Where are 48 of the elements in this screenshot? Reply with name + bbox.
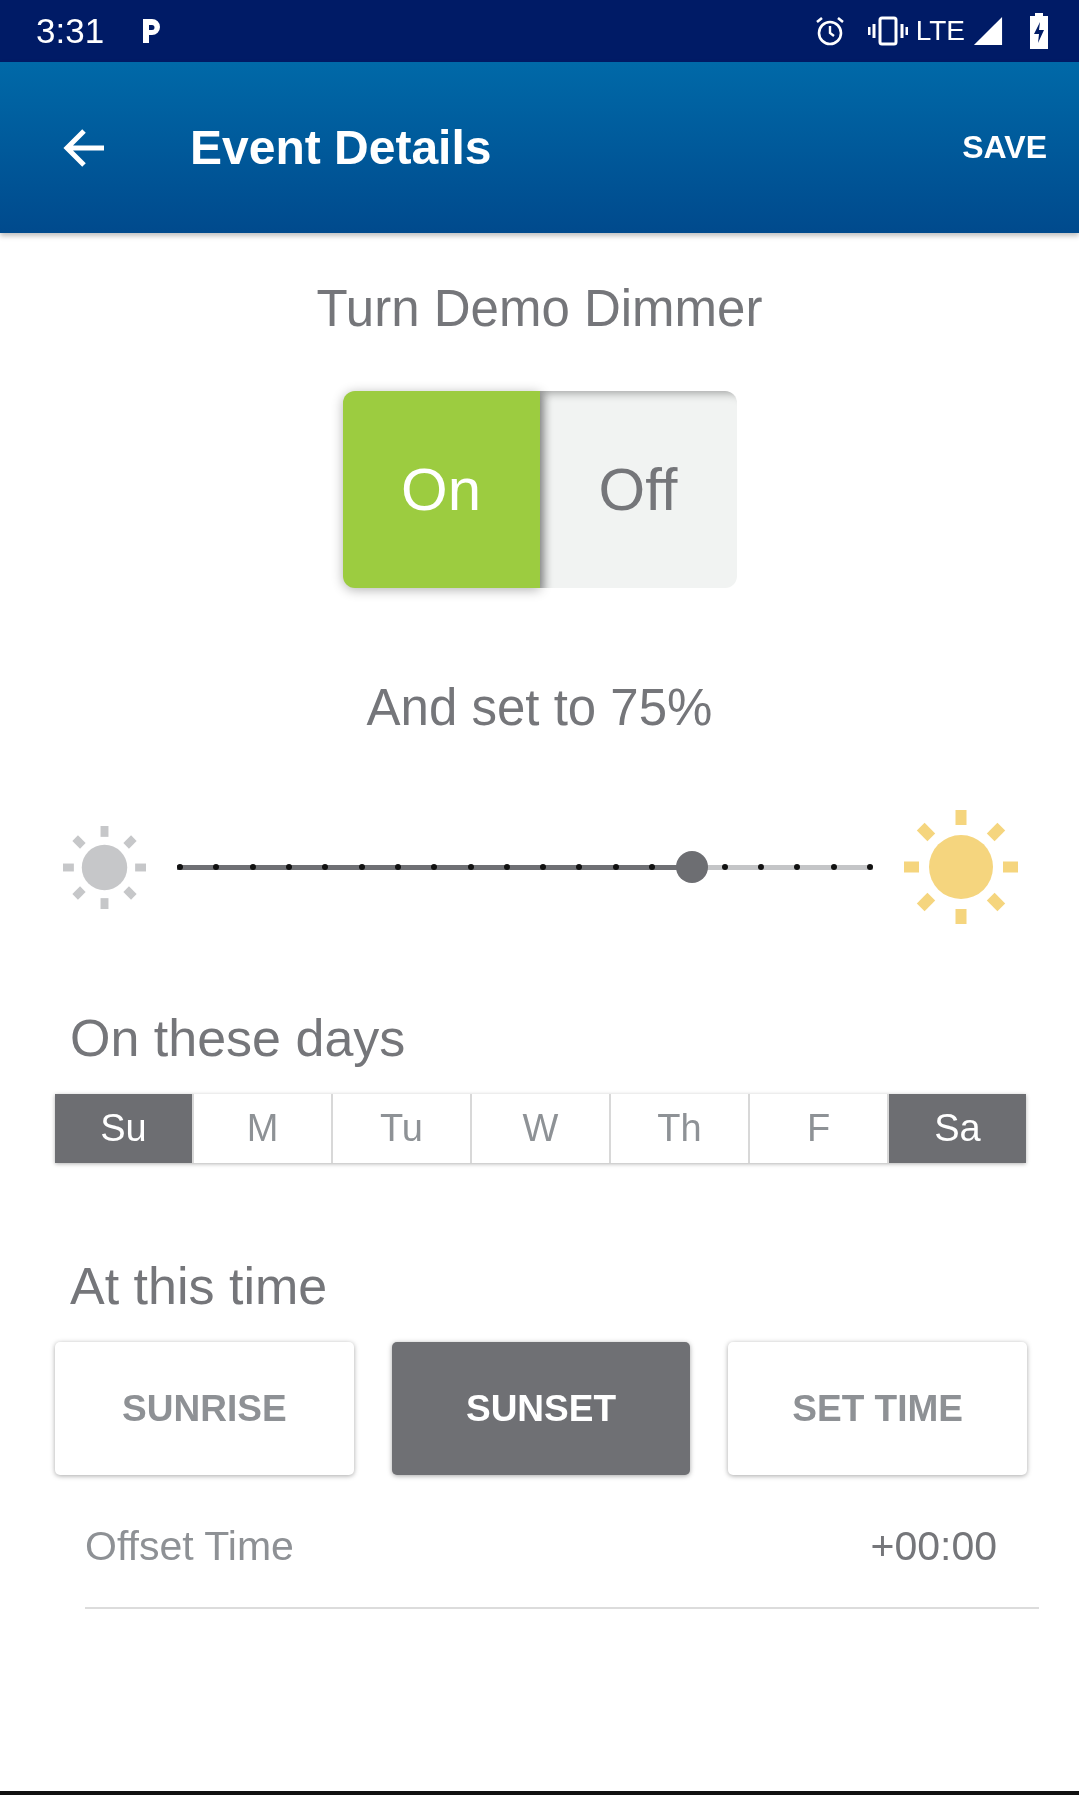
status-time: 3:31: [36, 11, 105, 51]
signal-icon: [973, 16, 1003, 46]
device-heading: Turn Demo Dimmer: [316, 281, 763, 337]
dim-sun-icon: [63, 825, 146, 909]
slider-tick-icon: [830, 864, 837, 870]
slider-tick-icon: [358, 864, 365, 870]
slider-tick-icon: [213, 864, 220, 870]
brightness-label: And set to 75%: [366, 680, 713, 736]
slider-tick-icon: [794, 864, 801, 870]
time-heading: At this time: [70, 1258, 328, 1314]
slider-tick-icon: [322, 864, 329, 870]
slider-tick-icon: [177, 864, 183, 870]
slider-tick-icon: [394, 864, 401, 870]
slider-tick-icon: [285, 864, 292, 870]
days-heading: On these days: [70, 1010, 406, 1066]
bright-sun-icon: [904, 810, 1018, 924]
time-option-button[interactable]: SUNSET: [391, 1342, 691, 1475]
battery-charging-icon: [1029, 13, 1049, 49]
day-toggle[interactable]: Su: [55, 1094, 192, 1163]
slider-tick-icon: [649, 864, 656, 870]
power-toggle-option[interactable]: On: [342, 391, 540, 588]
power-toggle-option[interactable]: Off: [539, 391, 737, 588]
day-toggle[interactable]: Sa: [887, 1094, 1026, 1163]
slider-tick-icon: [576, 864, 583, 870]
offset-value[interactable]: +00:00: [870, 1521, 997, 1571]
slider-tick-icon: [249, 864, 256, 870]
day-toggle[interactable]: Th: [609, 1094, 748, 1163]
slider-tick-icon: [540, 864, 547, 870]
day-toggle[interactable]: W: [470, 1094, 609, 1163]
slider-tick-icon: [758, 864, 765, 870]
screen-title: Event Details: [190, 120, 492, 175]
slider-tick-icon: [867, 864, 873, 870]
day-toggle[interactable]: M: [192, 1094, 331, 1163]
time-option-button[interactable]: SET TIME: [728, 1342, 1027, 1475]
slider-tick-icon: [503, 864, 510, 870]
slider-tick-icon: [431, 864, 438, 870]
network-type: LTE: [915, 15, 965, 47]
offset-label: Offset Time: [85, 1522, 294, 1571]
slider-tick-icon: [612, 864, 619, 870]
slider-tick-icon: [721, 864, 728, 870]
vibrate-icon: [867, 15, 908, 47]
day-toggle[interactable]: Tu: [331, 1094, 470, 1163]
time-option-button[interactable]: SUNRISE: [55, 1342, 354, 1475]
save-button[interactable]: SAVE: [962, 121, 1047, 174]
slider-tick-icon: [467, 864, 474, 870]
day-toggle[interactable]: F: [748, 1094, 887, 1163]
back-arrow-icon: [62, 127, 106, 168]
brightness-slider-thumb[interactable]: [676, 851, 709, 883]
